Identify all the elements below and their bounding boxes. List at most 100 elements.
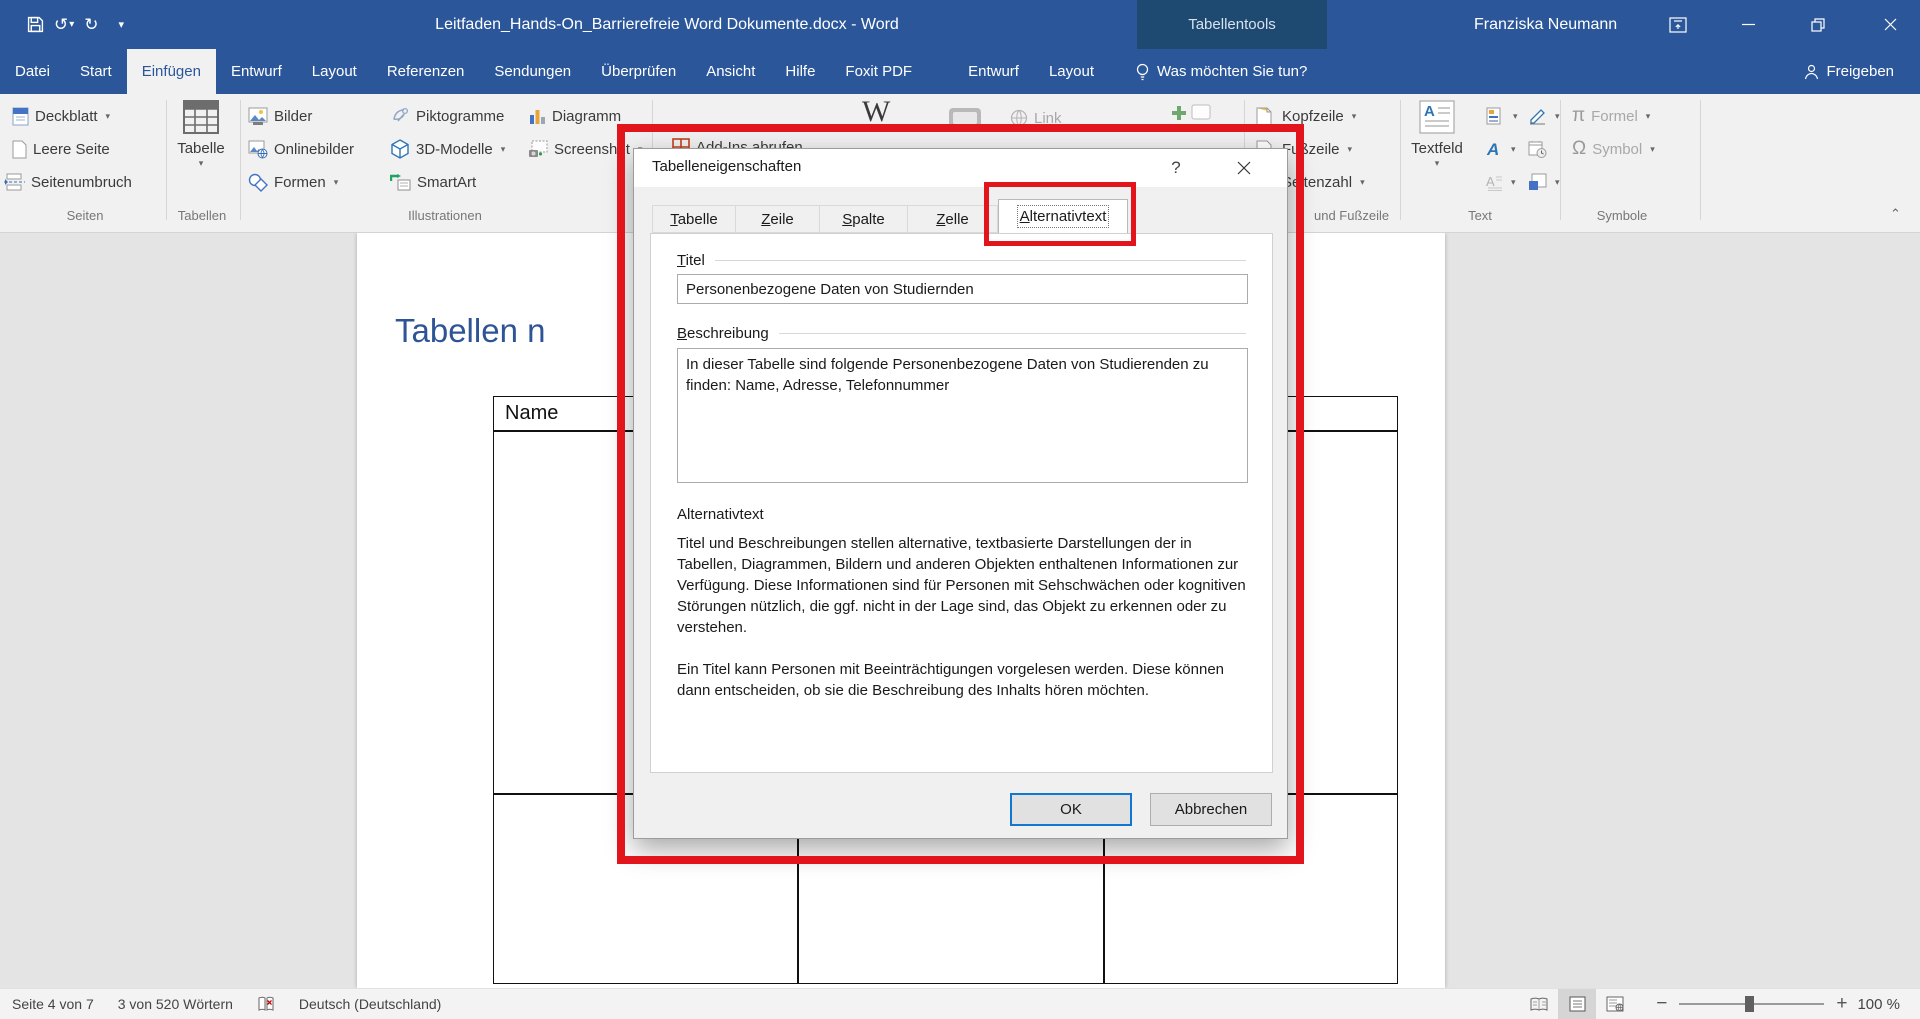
dialog-title: Tabelleneigenschaften xyxy=(652,158,801,175)
tab-einfuegen[interactable]: Einfügen xyxy=(127,49,216,94)
signature-line-icon[interactable]: ▾ xyxy=(1528,102,1560,130)
tab-datei[interactable]: Datei xyxy=(0,49,65,94)
dialog-tab-tabelle[interactable]: Tabelle xyxy=(652,205,736,233)
wikipedia-icon[interactable]: W xyxy=(862,98,890,126)
dropdown-icon: ▾ xyxy=(1352,111,1357,122)
read-mode-icon[interactable] xyxy=(1520,989,1558,1019)
beschreibung-textarea[interactable]: In dieser Tabelle sind folgende Personen… xyxy=(677,348,1248,483)
leere-seite-button[interactable]: Leere Seite xyxy=(12,135,110,163)
ribbon-display-options-icon[interactable] xyxy=(1655,0,1701,49)
label-rule xyxy=(779,333,1246,334)
dropdown-icon: ▾ xyxy=(1555,177,1560,188)
textfeld-button[interactable]: A Textfeld ▾ xyxy=(1406,100,1468,169)
svg-text:A: A xyxy=(1486,140,1499,158)
tab-tabellentools-layout[interactable]: Layout xyxy=(1034,49,1109,94)
symbol-button[interactable]: Ω Symbol▾ xyxy=(1572,135,1655,163)
print-layout-icon[interactable] xyxy=(1558,989,1596,1019)
online-video-icon[interactable] xyxy=(948,104,982,132)
zoom-slider[interactable]: − + xyxy=(1656,993,1847,1015)
svg-text:A: A xyxy=(1486,174,1495,189)
tab-sendungen[interactable]: Sendungen xyxy=(479,49,586,94)
formen-button[interactable]: Formen▾ xyxy=(248,168,338,196)
undo-dropdown-icon[interactable]: ▾ xyxy=(69,19,74,30)
group-label-symbole: Symbole xyxy=(1572,208,1672,223)
screenshot-button[interactable]: Screenshot▾ xyxy=(528,135,642,163)
dialog-tab-zelle[interactable]: Zelle xyxy=(908,205,998,233)
page-indicator[interactable]: Seite 4 von 7 xyxy=(0,989,106,1019)
restore-button[interactable] xyxy=(1795,0,1841,49)
word-count[interactable]: 3 von 520 Wörtern xyxy=(106,989,245,1019)
collapse-ribbon-icon[interactable]: ⌃ xyxy=(1890,206,1901,222)
shapes-icon xyxy=(248,173,268,192)
formel-button[interactable]: π Formel▾ xyxy=(1572,102,1650,130)
piktogramme-button[interactable]: Piktogramme xyxy=(390,102,504,130)
drop-cap-icon[interactable]: A ▾ xyxy=(1486,168,1516,196)
diagramm-button[interactable]: Diagramm xyxy=(528,102,621,130)
group-divider xyxy=(166,100,167,220)
dialog-help-icon[interactable]: ? xyxy=(1162,155,1190,181)
ok-button[interactable]: OK xyxy=(1010,793,1132,826)
tabelleneigenschaften-dialog: Tabelleneigenschaften ? Tabelle Zeile Sp… xyxy=(633,148,1288,839)
zoom-thumb[interactable] xyxy=(1745,996,1754,1012)
save-icon[interactable] xyxy=(22,10,49,40)
ribbon-tab-row: Datei Start Einfügen Entwurf Layout Refe… xyxy=(0,49,1920,94)
cover-page-icon xyxy=(12,107,29,126)
group-label-text: Text xyxy=(1430,208,1530,223)
redo-icon[interactable]: ↻ xyxy=(79,10,103,40)
tab-entwurf[interactable]: Entwurf xyxy=(216,49,297,94)
tab-hilfe[interactable]: Hilfe xyxy=(770,49,830,94)
proofing-status-icon[interactable] xyxy=(245,989,287,1019)
dialog-tab-alternativtext[interactable]: Alternativtext xyxy=(998,199,1128,233)
smartart-icon xyxy=(390,173,411,191)
person-icon xyxy=(1804,64,1819,80)
tab-foxit-pdf[interactable]: Foxit PDF xyxy=(830,49,927,94)
close-button[interactable] xyxy=(1867,0,1913,49)
zoom-track[interactable] xyxy=(1679,1003,1824,1005)
blank-page-icon xyxy=(12,140,27,159)
share-button[interactable]: Freigeben xyxy=(1778,49,1920,94)
object-icon[interactable]: ▾ xyxy=(1528,168,1560,196)
seitenumbruch-button[interactable]: Seitenumbruch xyxy=(4,168,132,196)
smartart-button[interactable]: SmartArt xyxy=(390,168,476,196)
text-box-icon: A xyxy=(1419,100,1455,134)
tab-tabellentools-entwurf[interactable]: Entwurf xyxy=(953,49,1034,94)
tab-layout[interactable]: Layout xyxy=(297,49,372,94)
dialog-close-icon[interactable] xyxy=(1230,155,1258,181)
tab-ueberpruefen[interactable]: Überprüfen xyxy=(586,49,691,94)
deckblatt-button[interactable]: Deckblatt▾ xyxy=(12,102,110,130)
tab-referenzen[interactable]: Referenzen xyxy=(372,49,480,94)
dialog-tab-panel: Titel Beschreibung In dieser Tabelle sin… xyxy=(650,233,1273,773)
tab-start[interactable]: Start xyxy=(65,49,127,94)
dropdown-icon: ▾ xyxy=(1348,144,1353,155)
tabelle-button[interactable]: Tabelle ▾ xyxy=(170,100,232,169)
tab-ansicht[interactable]: Ansicht xyxy=(691,49,770,94)
wordart-icon[interactable]: A ▾ xyxy=(1486,135,1516,163)
group-divider xyxy=(1700,100,1701,220)
date-time-icon[interactable] xyxy=(1528,135,1547,163)
zoom-level[interactable]: 100 % xyxy=(1857,996,1920,1013)
new-comment-icon[interactable] xyxy=(1168,100,1212,128)
bilder-button[interactable]: Bilder xyxy=(248,102,312,130)
quick-parts-icon[interactable]: ▾ xyxy=(1486,102,1518,130)
user-name[interactable]: Franziska Neumann xyxy=(1474,0,1617,49)
dropdown-icon: ▾ xyxy=(1360,177,1365,188)
onlinebilder-button[interactable]: Onlinebilder xyxy=(248,135,354,163)
3d-modelle-button[interactable]: 3D-Modelle▾ xyxy=(390,135,505,163)
dropdown-icon: ▾ xyxy=(1435,158,1440,169)
kopfzeile-button[interactable]: Kopfzeile▾ xyxy=(1256,102,1356,130)
undo-icon[interactable]: ↺▾ xyxy=(49,10,79,40)
customize-qat-icon[interactable]: ▾ xyxy=(114,10,130,40)
titel-label: Titel xyxy=(677,252,705,269)
language-indicator[interactable]: Deutsch (Deutschland) xyxy=(287,989,453,1019)
dialog-tab-spalte[interactable]: Spalte xyxy=(820,205,908,233)
web-layout-icon[interactable] xyxy=(1596,989,1634,1019)
minimize-button[interactable] xyxy=(1725,0,1771,49)
cancel-button[interactable]: Abbrechen xyxy=(1150,793,1272,826)
titel-input[interactable] xyxy=(677,274,1248,304)
dialog-tab-zeile[interactable]: Zeile xyxy=(736,205,820,233)
link-button[interactable]: Link xyxy=(1010,104,1062,132)
beschreibung-label: Beschreibung xyxy=(677,325,769,342)
zoom-in-icon[interactable]: + xyxy=(1836,993,1847,1015)
zoom-out-icon[interactable]: − xyxy=(1656,993,1667,1015)
tell-me-box[interactable]: Was möchten Sie tun? xyxy=(1121,49,1321,94)
